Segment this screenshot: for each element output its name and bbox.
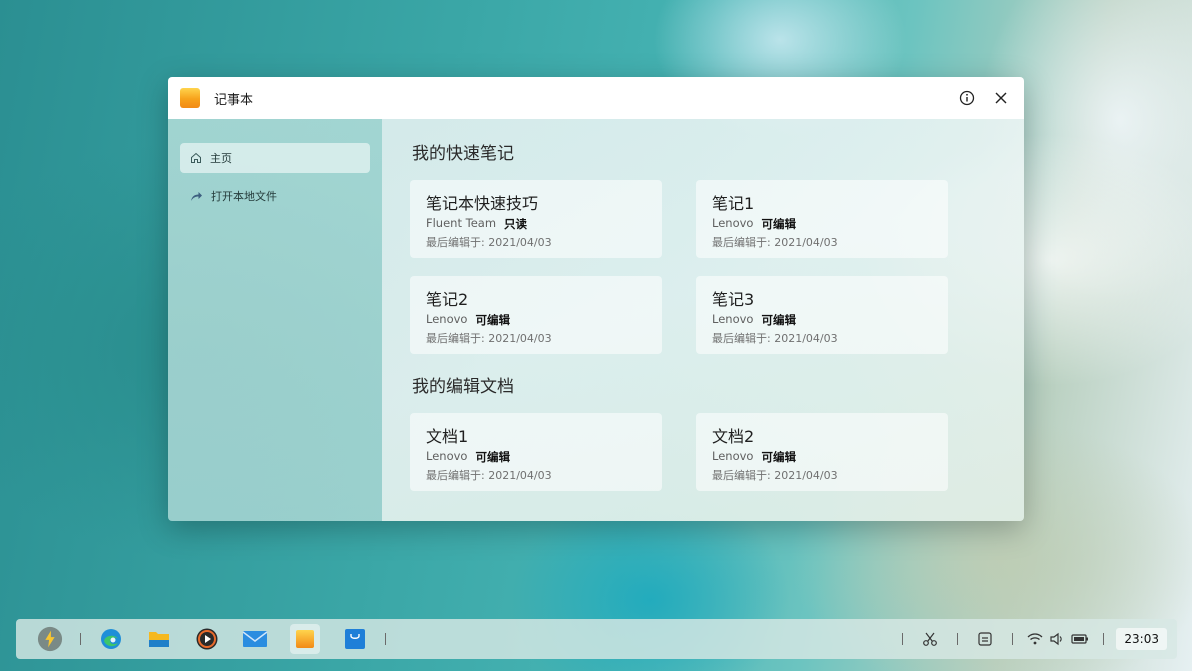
note-card[interactable]: 笔记2 Lenovo 可编辑 最后编辑于: 2021/04/03 [410, 276, 662, 354]
taskbar-separator [902, 633, 904, 645]
card-title: 笔记1 [712, 194, 755, 213]
card-author: Lenovo [712, 216, 754, 230]
file-manager-icon [149, 632, 169, 647]
card-date: 最后编辑于: 2021/04/03 [712, 332, 838, 345]
card-date: 最后编辑于: 2021/04/03 [712, 469, 838, 482]
close-button[interactable] [992, 89, 1010, 107]
media-player-button[interactable] [194, 626, 220, 652]
card-author: Fluent Team [426, 216, 497, 230]
mail-button[interactable] [242, 626, 268, 652]
wifi-icon [1027, 633, 1043, 645]
window-title: 记事本 [214, 92, 254, 108]
document-card[interactable]: 文档2 Lenovo 可编辑 最后编辑于: 2021/04/03 [696, 413, 948, 491]
sidebar-item-home[interactable]: 主页 [180, 143, 370, 173]
card-title: 笔记2 [426, 290, 469, 309]
card-title: 笔记3 [712, 290, 755, 309]
card-title: 文档2 [712, 427, 755, 446]
notepad-icon [296, 630, 314, 648]
store-icon [345, 629, 365, 649]
card-date: 最后编辑于: 2021/04/03 [426, 469, 552, 482]
notepad-button[interactable] [290, 624, 320, 654]
card-permission: 可编辑 [761, 217, 796, 231]
section-title-quick-notes: 我的快速笔记 [412, 144, 514, 164]
card-date: 最后编辑于: 2021/04/03 [712, 236, 838, 249]
card-permission: 可编辑 [761, 450, 796, 464]
document-card[interactable]: 文档1 Lenovo 可编辑 最后编辑于: 2021/04/03 [410, 413, 662, 491]
card-author: Lenovo [712, 312, 754, 326]
card-author: Lenovo [426, 312, 468, 326]
taskbar-separator [1012, 633, 1014, 645]
notepad-app-icon [180, 88, 200, 108]
section-title-edited-docs: 我的编辑文档 [412, 377, 514, 397]
main-content: 我的快速笔记 笔记本快速技巧 Fluent Team 只读 最后编辑于: 202… [382, 119, 1024, 521]
media-player-icon [196, 628, 218, 650]
taskbar-separator [1103, 633, 1105, 645]
system-tray[interactable] [1027, 632, 1089, 646]
card-author: Lenovo [712, 449, 754, 463]
card-permission: 只读 [504, 217, 528, 231]
taskbar-separator [385, 633, 386, 645]
card-author: Lenovo [426, 449, 468, 463]
mail-icon [242, 631, 268, 647]
sidebar: 主页 打开本地文件 [168, 119, 382, 521]
edge-browser-button[interactable] [98, 626, 124, 652]
taskbar: 23:03 [16, 619, 1177, 659]
file-manager-button[interactable] [146, 626, 172, 652]
card-permission: 可编辑 [475, 313, 510, 327]
screenshot-button[interactable] [917, 626, 943, 652]
notepad-window: 记事本 主页 打开本地文件 我的快速笔记 笔记本快速技巧 Fluent Team… [168, 77, 1024, 521]
share-arrow-icon [191, 192, 202, 201]
card-permission: 可编辑 [475, 450, 510, 464]
card-title: 笔记本快速技巧 [426, 194, 539, 213]
launcher-icon [37, 626, 63, 652]
sidebar-item-label: 打开本地文件 [211, 190, 277, 203]
info-icon [959, 90, 975, 106]
battery-icon [1071, 634, 1089, 644]
card-title: 文档1 [426, 427, 469, 446]
assistant-button[interactable] [972, 626, 998, 652]
volume-icon [1050, 632, 1063, 646]
sidebar-item-open-local-file[interactable]: 打开本地文件 [180, 181, 370, 211]
card-permission: 可编辑 [761, 313, 796, 327]
robot-icon [978, 632, 993, 646]
store-button[interactable] [342, 626, 368, 652]
title-bar[interactable]: 记事本 [168, 77, 1024, 119]
card-date: 最后编辑于: 2021/04/03 [426, 236, 552, 249]
taskbar-separator [957, 633, 959, 645]
note-card[interactable]: 笔记本快速技巧 Fluent Team 只读 最后编辑于: 2021/04/03 [410, 180, 662, 258]
launcher-button[interactable] [37, 626, 63, 652]
clock[interactable]: 23:03 [1116, 628, 1167, 650]
close-icon [995, 92, 1007, 104]
home-icon [191, 152, 201, 163]
edge-browser-icon [101, 629, 121, 649]
scissors-icon [923, 632, 938, 646]
note-card[interactable]: 笔记1 Lenovo 可编辑 最后编辑于: 2021/04/03 [696, 180, 948, 258]
info-button[interactable] [958, 89, 976, 107]
note-card[interactable]: 笔记3 Lenovo 可编辑 最后编辑于: 2021/04/03 [696, 276, 948, 354]
sidebar-item-label: 主页 [210, 152, 232, 165]
taskbar-separator [80, 633, 81, 645]
card-date: 最后编辑于: 2021/04/03 [426, 332, 552, 345]
